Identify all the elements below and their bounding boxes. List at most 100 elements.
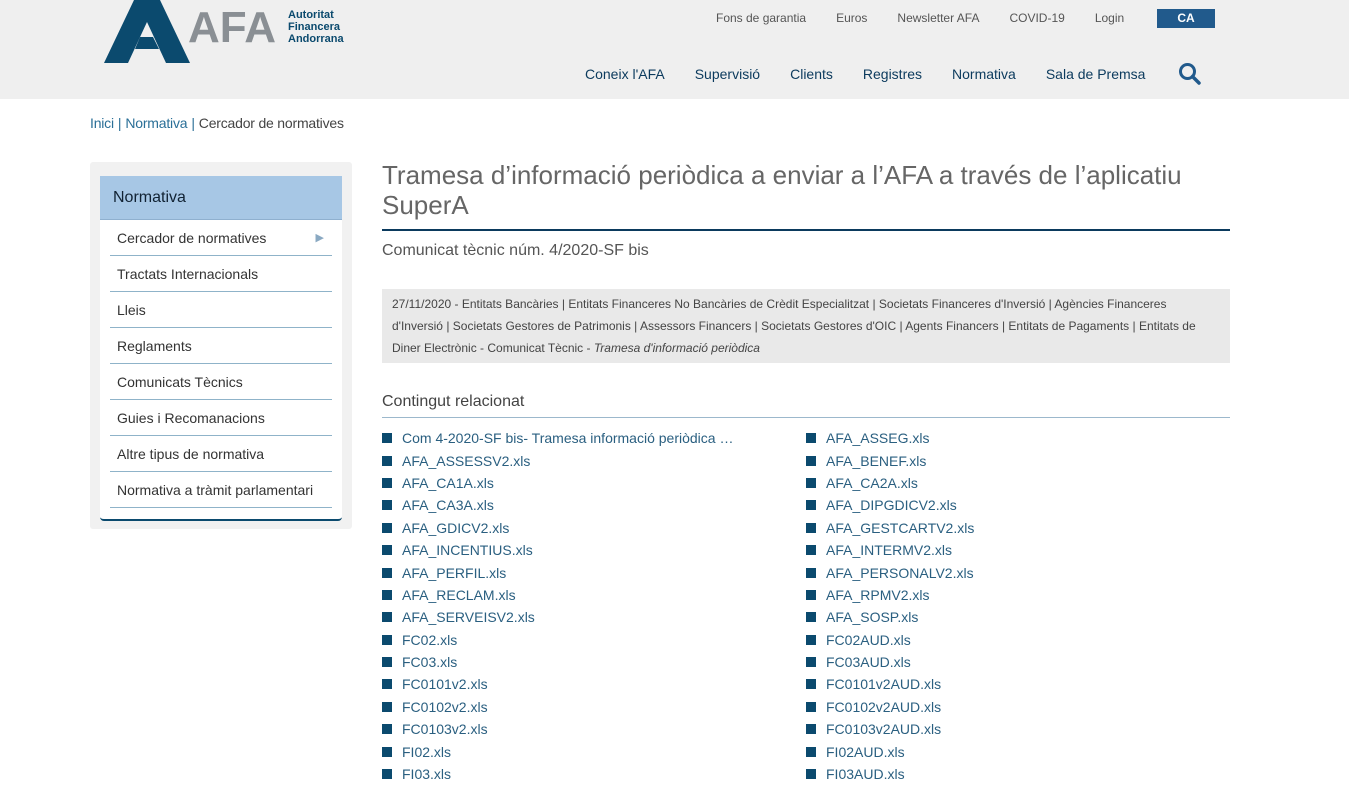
file-link-label: AFA_ASSESSV2.xls [402,452,531,469]
sidebar-item-guies[interactable]: Guies i Recomanacions [110,400,332,436]
file-link-label: FC0101v2AUD.xls [826,676,942,693]
meta-italic: Tramesa d'informació periòdica [593,341,760,355]
file-link-label: AFA_RECLAM.xls [402,586,516,603]
breadcrumb: Inici | Normativa | Cercador de normatives [90,115,344,131]
sidebar-item-reglaments[interactable]: Reglaments [110,328,332,364]
sidebar-item-label: Guies i Recomanacions [117,410,265,426]
file-link[interactable]: AFA_GDICV2.xls [382,517,806,539]
mainnav-registres[interactable]: Registres [863,66,922,82]
arrow-right-icon: ▶ [315,232,324,244]
square-bullet-icon [382,746,392,757]
file-link-label: AFA_GESTCARTV2.xls [826,519,975,536]
file-link[interactable]: Com 4-2020-SF bis- Tramesa informació pe… [382,427,806,449]
file-link[interactable]: AFA_RPMV2.xls [806,584,1230,606]
file-link-label: FC0102v2AUD.xls [826,698,942,715]
files-column-left: Com 4-2020-SF bis- Tramesa informació pe… [382,427,806,785]
square-bullet-icon [806,746,816,757]
file-link[interactable]: AFA_CA2A.xls [806,472,1230,494]
sidebar-item-lleis[interactable]: Lleis [110,292,332,328]
topnav-euros[interactable]: Euros [836,11,867,25]
file-link[interactable]: AFA_ASSESSV2.xls [382,449,806,471]
square-bullet-icon [806,433,816,444]
topnav-login[interactable]: Login [1095,11,1124,25]
mainnav-supervisio[interactable]: Supervisió [695,66,760,82]
sidebar-item-label: Reglaments [117,338,192,354]
square-bullet-icon [806,724,816,735]
file-link-label: FI03AUD.xls [826,766,905,783]
mainnav-normativa[interactable]: Normativa [952,66,1016,82]
breadcrumb-normativa[interactable]: Normativa [125,115,187,131]
sidebar-item-label: Lleis [117,302,146,318]
sidebar-menu: Normativa Cercador de normatives ▶ Tract… [100,176,342,521]
file-link-label: AFA_DIPGDICV2.xls [826,497,957,514]
square-bullet-icon [382,589,392,600]
file-link[interactable]: AFA_SOSP.xls [806,606,1230,628]
mainnav-sala-premsa[interactable]: Sala de Premsa [1046,66,1146,82]
square-bullet-icon [806,522,816,533]
file-link[interactable]: AFA_GESTCARTV2.xls [806,517,1230,539]
file-link[interactable]: AFA_BENEF.xls [806,449,1230,471]
file-link[interactable]: FC0103v2AUD.xls [806,718,1230,740]
file-link[interactable]: AFA_INCENTIUS.xls [382,539,806,561]
sidebar-heading[interactable]: Normativa [100,176,342,220]
sidebar-item-cercador[interactable]: Cercador de normatives ▶ [110,220,332,256]
breadcrumb-home[interactable]: Inici [90,115,114,131]
search-icon[interactable] [1178,62,1202,86]
mainnav-coneix[interactable]: Coneix l'AFA [585,66,665,82]
file-link[interactable]: AFA_INTERMV2.xls [806,539,1230,561]
sidebar-item-tramit[interactable]: Normativa a tràmit parlamentari [110,472,332,508]
file-link[interactable]: AFA_SERVEISV2.xls [382,606,806,628]
language-selector[interactable]: CA [1157,9,1215,28]
square-bullet-icon [806,567,816,578]
meta-text: 27/11/2020 - Entitats Bancàries | Entita… [392,297,1196,355]
file-link[interactable]: FC0102v2AUD.xls [806,696,1230,718]
file-link-label: FC02AUD.xls [826,631,911,648]
file-link[interactable]: FC0103v2.xls [382,718,806,740]
file-link[interactable]: AFA_PERSONALV2.xls [806,561,1230,583]
file-link[interactable]: FC0102v2.xls [382,696,806,718]
file-link[interactable]: AFA_ASSEG.xls [806,427,1230,449]
logo-text: Autoritat Financera Andorrana [288,9,344,45]
file-link[interactable]: FC0101v2.xls [382,673,806,695]
square-bullet-icon [382,634,392,645]
sidebar-item-label: Normativa a tràmit parlamentari [117,482,314,498]
file-link[interactable]: FC02AUD.xls [806,629,1230,651]
page-subtitle: Comunicat tècnic núm. 4/2020-SF bis [382,242,649,259]
file-link[interactable]: AFA_CA3A.xls [382,494,806,516]
topnav-covid[interactable]: COVID-19 [1009,11,1064,25]
file-link[interactable]: FC03AUD.xls [806,651,1230,673]
file-link-label: AFA_INTERMV2.xls [826,542,953,559]
sidebar-item-comunicats[interactable]: Comunicats Tècnics [110,364,332,400]
file-link[interactable]: AFA_PERFIL.xls [382,561,806,583]
square-bullet-icon [806,769,816,780]
file-link-label: AFA_BENEF.xls [826,452,927,469]
file-link[interactable]: FC02.xls [382,629,806,651]
afa-logo-mark-icon: AFA [104,0,276,63]
square-bullet-icon [806,657,816,668]
sidebar-item-label: Tractats Internacionals [117,266,259,282]
file-link-label: AFA_PERFIL.xls [402,564,507,581]
file-link[interactable]: FC0101v2AUD.xls [806,673,1230,695]
square-bullet-icon [382,545,392,556]
file-link-label: AFA_GDICV2.xls [402,519,510,536]
breadcrumb-separator: | [191,115,195,131]
file-link[interactable]: AFA_DIPGDICV2.xls [806,494,1230,516]
square-bullet-icon [806,589,816,600]
sidebar-item-label: Altre tipus de normativa [117,446,265,462]
topnav-newsletter[interactable]: Newsletter AFA [897,11,979,25]
square-bullet-icon [806,500,816,511]
file-link[interactable]: FI02AUD.xls [806,740,1230,762]
file-link[interactable]: AFA_RECLAM.xls [382,584,806,606]
file-link-label: FI03.xls [402,766,452,783]
sidebar: Normativa Cercador de normatives ▶ Tract… [90,162,352,529]
square-bullet-icon [382,724,392,735]
sidebar-item-tractats[interactable]: Tractats Internacionals [110,256,332,292]
sidebar-item-altre[interactable]: Altre tipus de normativa [110,436,332,472]
file-link[interactable]: FC03.xls [382,651,806,673]
file-link[interactable]: FI02.xls [382,740,806,762]
logo-line-2: Financera [288,21,340,33]
file-link[interactable]: AFA_CA1A.xls [382,472,806,494]
topnav-fons-garantia[interactable]: Fons de garantia [716,11,806,25]
mainnav-clients[interactable]: Clients [790,66,833,82]
sidebar-item-label: Comunicats Tècnics [117,374,243,390]
